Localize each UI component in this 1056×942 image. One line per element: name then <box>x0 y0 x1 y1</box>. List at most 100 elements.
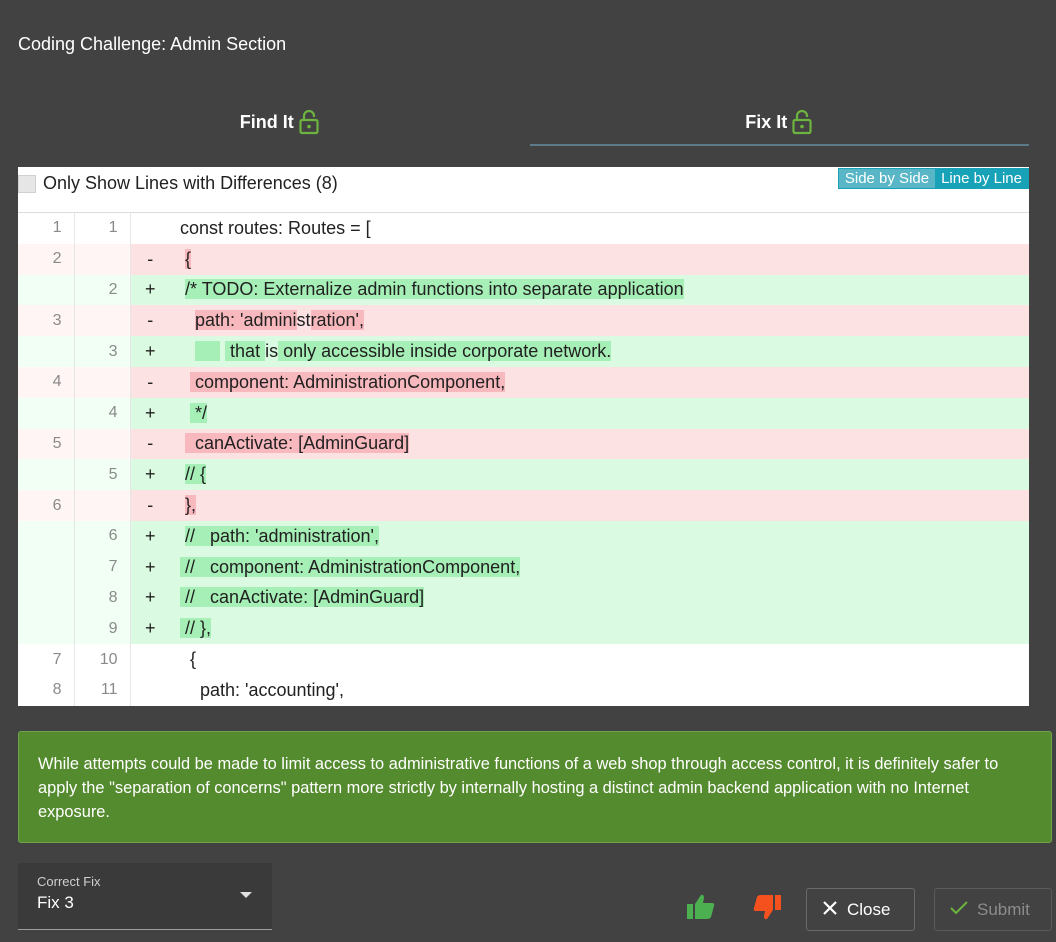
new-line-number <box>74 305 131 337</box>
diff-sign: + <box>130 459 170 491</box>
diff-sign: - <box>130 428 170 460</box>
diff-row: 4 + */ <box>18 397 1029 429</box>
diff-row: 9 + // }, <box>18 613 1029 645</box>
diff-row: 3 + that is only accessible inside corpor… <box>18 336 1029 367</box>
new-line-number: 6 <box>74 520 131 552</box>
diff-sign: - <box>130 243 170 275</box>
old-line-number <box>18 336 75 367</box>
view-toggle: Side by Side Line by Line <box>837 168 1029 189</box>
new-line-number: 5 <box>74 459 131 491</box>
close-icon <box>823 900 837 920</box>
code-line: /* TODO: Externalize admin functions int… <box>170 274 1029 306</box>
changed-text: path: 'admini <box>195 310 297 331</box>
submit-button-label: Submit <box>977 899 1030 919</box>
hint-message: While attempts could be made to limit ac… <box>18 731 1052 843</box>
changed-text: // }, <box>180 618 212 639</box>
diff-row: 5 - canActivate: [AdminGuard] <box>18 428 1029 460</box>
close-button-label: Close <box>847 899 891 919</box>
diff-sign <box>130 675 170 706</box>
diff-sign: + <box>130 336 170 367</box>
code-line: canActivate: [AdminGuard] <box>170 428 1029 460</box>
diff-row: 2 - { <box>18 243 1029 275</box>
code-line: path: 'accounting', <box>170 675 1029 706</box>
changed-text: component: AdministrationComponent, <box>190 371 506 392</box>
correct-fix-label: Correct Fix <box>37 874 101 889</box>
tab-bar: Find It Fix It <box>30 96 1029 148</box>
diff-sign: - <box>130 305 170 337</box>
tab-find-it[interactable]: Find It <box>30 96 530 148</box>
code-line: }, <box>170 490 1029 521</box>
code-line: // path: 'administration', <box>170 520 1029 552</box>
code-line: { <box>170 243 1029 275</box>
code-line: path: 'administration', <box>170 305 1029 337</box>
code-line: */ <box>170 397 1029 429</box>
close-button[interactable]: Close <box>806 888 915 931</box>
old-line-number <box>18 459 75 491</box>
new-line-number <box>74 366 131 398</box>
thumbs-up-icon[interactable] <box>686 893 716 926</box>
changed-text: // canActivate: [AdminGuard] <box>180 587 425 608</box>
diff-row: 4 - component: AdministrationComponent, <box>18 366 1029 398</box>
changed-text: // component: AdministrationComponent, <box>180 556 521 577</box>
old-line-number <box>18 397 75 429</box>
diff-sign: - <box>130 366 170 398</box>
new-line-number: 2 <box>74 274 131 306</box>
new-line-number <box>74 428 131 460</box>
new-line-number: 7 <box>74 551 131 583</box>
changed-text: }, <box>185 495 197 516</box>
diff-sign: + <box>130 582 170 614</box>
code-line: // component: AdministrationComponent, <box>170 551 1029 583</box>
submit-button[interactable]: Submit <box>934 888 1052 931</box>
diff-row: 11 const routes: Routes = [ <box>18 213 1029 244</box>
changed-text: */ <box>190 402 208 423</box>
diff-row: 8 + // canActivate: [AdminGuard] <box>18 582 1029 614</box>
diff-row: 3 - path: 'administration', <box>18 305 1029 337</box>
only-diff-checkbox[interactable] <box>18 175 36 193</box>
old-line-number <box>18 551 75 583</box>
diff-row: 6 - }, <box>18 490 1029 521</box>
diff-sign <box>130 644 170 675</box>
thumbs-down-icon[interactable] <box>752 893 782 926</box>
old-line-number <box>18 274 75 306</box>
diff-row: 6 + // path: 'administration', <box>18 520 1029 552</box>
old-line-number <box>18 520 75 552</box>
old-line-number: 5 <box>18 428 75 460</box>
code-line: // { <box>170 459 1029 491</box>
changed-text: // path: 'administration', <box>185 525 379 546</box>
code-text: st <box>296 310 311 331</box>
changed-text <box>195 341 221 362</box>
side-by-side-button[interactable]: Side by Side <box>838 169 936 188</box>
old-line-number: 2 <box>18 243 75 275</box>
new-line-number <box>74 243 131 275</box>
line-by-line-button[interactable]: Line by Line <box>935 169 1028 188</box>
new-line-number: 10 <box>74 644 131 675</box>
diff-sign: + <box>130 397 170 429</box>
only-diff-label[interactable]: Only Show Lines with Differences (8) <box>43 173 338 194</box>
code-line: { <box>170 644 1029 675</box>
tab-fix-it[interactable]: Fix It <box>529 96 1030 148</box>
old-line-number <box>18 613 75 645</box>
diff-row: 2 + /* TODO: Externalize admin functions … <box>18 274 1029 306</box>
diff-row: 7 + // component: AdministrationComponent… <box>18 551 1029 583</box>
new-line-number: 11 <box>74 674 131 706</box>
diff-table: 11 const routes: Routes = [2- {2 + /* TOD… <box>18 213 1029 706</box>
diff-row: 8 11 path: 'accounting', <box>18 674 1029 706</box>
changed-text: /* TODO: Externalize admin functions int… <box>185 279 684 300</box>
correct-fix-value: Fix 3 <box>37 893 74 912</box>
diff-row: 5 + // { <box>18 459 1029 491</box>
old-line-number: 7 <box>18 644 75 675</box>
changed-text: canActivate: [AdminGuard] <box>185 433 410 454</box>
changed-text: { <box>185 248 192 269</box>
code-text: const routes: Routes = [ <box>170 217 371 238</box>
correct-fix-select[interactable]: Correct Fix Fix 3 <box>18 863 272 930</box>
code-line: // }, <box>170 613 1029 645</box>
old-line-number: 4 <box>18 366 75 398</box>
